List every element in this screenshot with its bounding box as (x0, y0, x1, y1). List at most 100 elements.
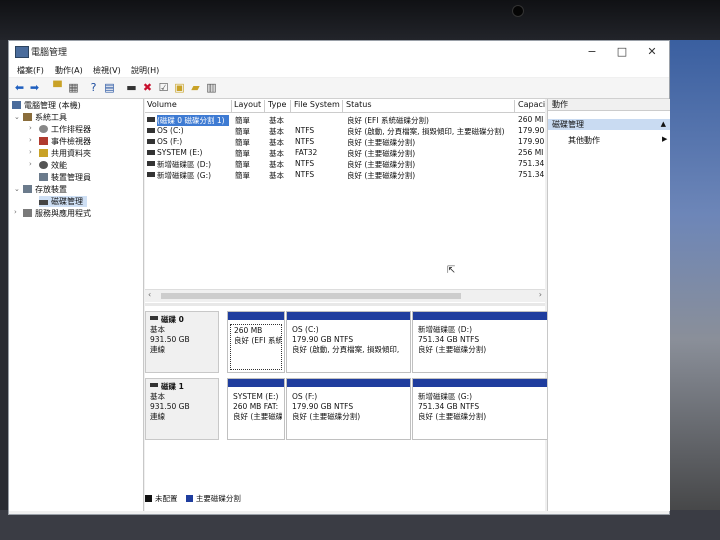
delete-icon[interactable]: ✖ (141, 81, 154, 94)
menu-view[interactable]: 檢視(V) (93, 65, 121, 76)
partition-g[interactable]: 新增磁碟區 (G:) 751.34 GB NTFS 良好 (主要磁碟分割) (412, 378, 552, 440)
pane-splitter[interactable] (145, 303, 545, 306)
volume-list-header: Volume Layout Type File System Status Ca… (145, 99, 545, 113)
performance-icon (39, 161, 48, 169)
tree-item-shared-folders[interactable]: 共用資料夾 (39, 148, 91, 159)
maximize-button[interactable]: □ (609, 44, 635, 60)
tree-item-performance[interactable]: 效能 (39, 160, 67, 171)
disk-icon (147, 128, 155, 133)
partition-efi[interactable]: 260 MB 良好 (EFI 系統 (227, 311, 285, 373)
more-actions-item[interactable]: 其他動作 (568, 135, 600, 146)
disk-icon (39, 200, 48, 205)
disk-1-info[interactable]: 磁碟 1 基本 931.50 GB 連線 (145, 378, 219, 440)
help-icon[interactable]: ? (87, 81, 100, 94)
column-status[interactable]: Status (344, 100, 515, 112)
settings-icon[interactable]: ▥ (205, 81, 218, 94)
up-folder-icon[interactable]: ▀ (51, 81, 64, 94)
partition-os-c[interactable]: OS (C:) 179.90 GB NTFS 良好 (啟動, 分頁檔案, 損毀傾… (286, 311, 411, 373)
menu-file[interactable]: 檔案(F) (17, 65, 44, 76)
primary-partition-bar (413, 379, 551, 387)
primary-partition-bar (287, 379, 410, 387)
storage-icon (23, 185, 32, 193)
column-type[interactable]: Type (266, 100, 291, 112)
connect-icon[interactable]: ▬ (125, 81, 138, 94)
scroll-right-icon[interactable]: › (539, 290, 542, 299)
window-title: 電腦管理 (31, 48, 68, 58)
column-file-system[interactable]: File System (292, 100, 343, 112)
column-capacity[interactable]: Capaci (516, 100, 545, 112)
properties-icon[interactable]: ▤ (103, 81, 116, 94)
volume-row[interactable]: 新增磁碟區 (G:) 簡單 基本 NTFS 良好 (主要磁碟分割) 751.34 (145, 169, 545, 180)
partition-os-f[interactable]: OS (F:) 179.90 GB NTFS 良好 (主要磁碟分割) (286, 378, 411, 440)
disk-0-info[interactable]: 磁碟 0 基本 931.50 GB 連線 (145, 311, 219, 373)
primary-partition-bar (228, 312, 284, 320)
open-icon[interactable]: ▣ (173, 81, 186, 94)
computer-management-window: 電腦管理 − □ ✕ 檔案(F) 動作(A) 檢視(V) 說明(H) ⬅ ➡ ▀… (8, 40, 670, 515)
volume-list: Volume Layout Type File System Status Ca… (145, 99, 545, 289)
webcam (512, 5, 524, 17)
menu-help[interactable]: 說明(H) (131, 65, 159, 76)
primary-partition-bar (413, 312, 551, 320)
expand-arrow-icon[interactable]: › (29, 148, 32, 156)
title-bar[interactable]: 電腦管理 − □ ✕ (9, 41, 669, 63)
disk-icon (147, 150, 155, 155)
partition-d[interactable]: 新增磁碟區 (D:) 751.34 GB NTFS 良好 (主要磁碟分割) (412, 311, 552, 373)
disk-map: 磁碟 0 基本 931.50 GB 連線 260 MB 良好 (EFI 系統 O… (145, 307, 552, 511)
monitor-bezel (0, 0, 720, 40)
actions-section-disk-management[interactable]: 磁碟管理 ▲ (548, 119, 670, 130)
tree-item-storage[interactable]: 存放裝置 (23, 184, 67, 195)
submenu-arrow-icon: ▶ (662, 135, 668, 143)
back-arrow-icon[interactable]: ⬅ (13, 81, 26, 94)
mouse-cursor-icon: ⇱ (447, 265, 456, 276)
volume-row[interactable]: SYSTEM (E:) 簡單 基本 FAT32 良好 (主要磁碟分割) 256 … (145, 147, 545, 158)
scrollbar-thumb[interactable] (161, 293, 461, 299)
tree-item-device-manager[interactable]: 裝置管理員 (39, 172, 91, 183)
app-icon (15, 46, 29, 58)
volume-row[interactable]: (磁碟 0 磁碟分割 1) 簡單 基本 良好 (EFI 系統磁碟分割) 260 … (145, 114, 545, 126)
event-log-icon (39, 137, 48, 145)
collapse-arrow-icon[interactable]: ⌄ (14, 185, 20, 193)
minimize-button[interactable]: − (579, 44, 605, 60)
volume-row[interactable]: OS (C:) 簡單 基本 NTFS 良好 (啟動, 分頁檔案, 損毀傾印, 主… (145, 125, 545, 136)
column-layout[interactable]: Layout (232, 100, 265, 112)
primary-partition-bar (228, 379, 284, 387)
scroll-left-icon[interactable]: ‹ (148, 290, 151, 299)
forward-arrow-icon[interactable]: ➡ (28, 81, 41, 94)
disk-icon (150, 383, 158, 387)
column-volume[interactable]: Volume (145, 100, 232, 112)
disk-icon (150, 316, 158, 320)
horizontal-scrollbar[interactable]: ‹ › (145, 289, 545, 302)
collapse-arrow-icon[interactable]: ⌄ (14, 113, 20, 121)
expand-arrow-icon[interactable]: › (29, 124, 32, 132)
show-hide-tree-icon[interactable]: ▦ (67, 81, 80, 94)
tree-item-disk-management[interactable]: 磁碟管理 (39, 196, 87, 207)
volume-row[interactable]: OS (F:) 簡單 基本 NTFS 良好 (主要磁碟分割) 179.90 (145, 136, 545, 147)
disk-management-pane: Volume Layout Type File System Status Ca… (145, 99, 552, 511)
services-icon (23, 209, 32, 217)
expand-arrow-icon[interactable]: › (29, 160, 32, 168)
expand-arrow-icon[interactable]: › (14, 208, 17, 216)
primary-swatch (185, 495, 193, 502)
tools-icon (23, 113, 32, 121)
navigation-tree: 電腦管理 (本機) ⌄ 系統工具 › 工作排程器 › 事件檢視器 › 共用資料夾… (9, 99, 144, 511)
folder-icon[interactable]: ▰ (189, 81, 202, 94)
tree-item-event-viewer[interactable]: 事件檢視器 (39, 136, 91, 147)
disk-icon (147, 172, 155, 177)
menu-bar: 檔案(F) 動作(A) 檢視(V) 說明(H) (9, 63, 669, 77)
shared-folder-icon (39, 149, 48, 157)
disk-icon (147, 139, 155, 144)
disk-icon (147, 117, 155, 122)
checklist-icon[interactable]: ☑ (157, 81, 170, 94)
tree-item-task-scheduler[interactable]: 工作排程器 (39, 124, 91, 135)
expand-arrow-icon[interactable]: › (29, 136, 32, 144)
volume-row[interactable]: 新增磁碟區 (D:) 簡單 基本 NTFS 良好 (主要磁碟分割) 751.34 (145, 158, 545, 169)
tree-item-system-tools[interactable]: 系統工具 (23, 112, 67, 123)
disk-icon (147, 161, 155, 166)
partition-system-e[interactable]: SYSTEM (E:) 260 MB FAT: 良好 (主要磁碟 (227, 378, 285, 440)
primary-partition-bar (287, 312, 410, 320)
clock-icon (39, 125, 48, 133)
tree-item-root[interactable]: 電腦管理 (本機) (12, 100, 81, 111)
tree-item-services-apps[interactable]: 服務與應用程式 (23, 208, 91, 219)
menu-action[interactable]: 動作(A) (55, 65, 83, 76)
close-button[interactable]: ✕ (639, 44, 665, 60)
